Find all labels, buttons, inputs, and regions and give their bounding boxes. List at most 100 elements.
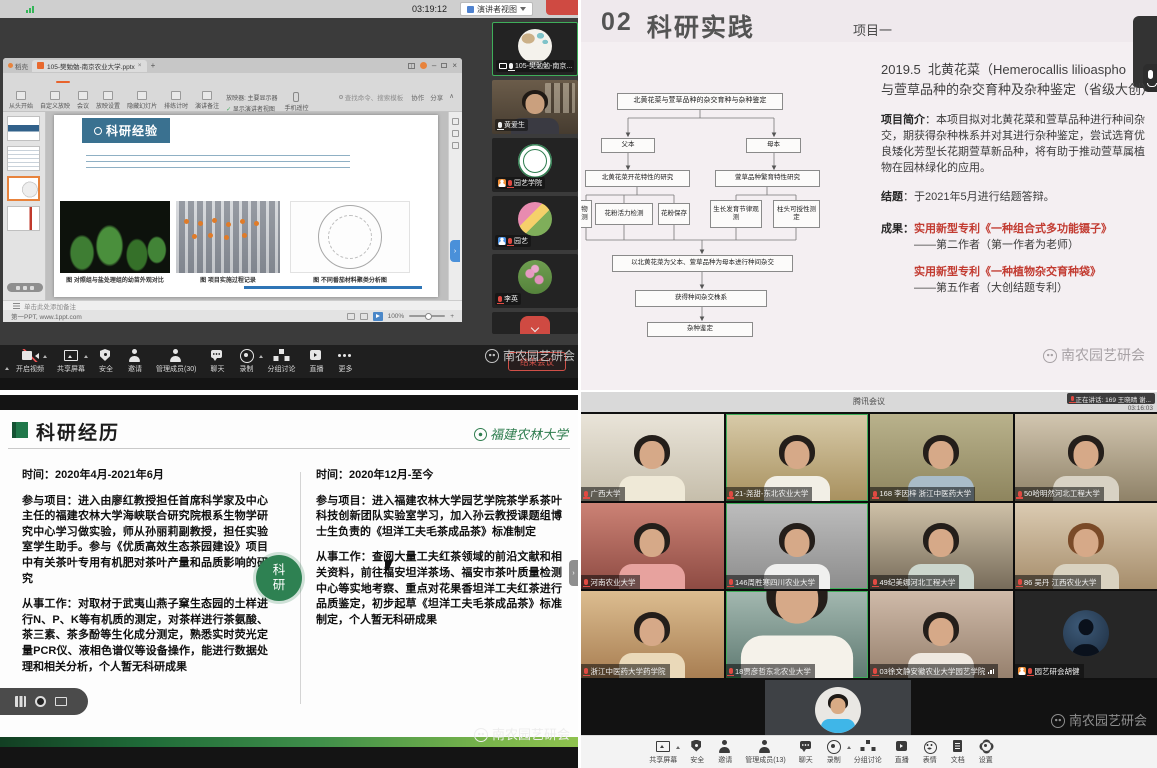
panel-icon[interactable]	[452, 142, 459, 149]
maximize-button[interactable]	[441, 63, 447, 68]
submenu-arrow-icon[interactable]	[259, 353, 263, 358]
ribbon-tool-button[interactable]: 演讲备注	[195, 91, 219, 110]
participant-tile[interactable]: 黄爱生	[492, 80, 578, 134]
toolbar-button[interactable]: 分组讨论	[267, 349, 295, 374]
toolbar-button[interactable]: 录制	[238, 349, 254, 374]
slide-thumbnail[interactable]	[7, 146, 40, 171]
close-window-button[interactable]: ×	[452, 61, 457, 70]
panel-icon[interactable]	[452, 130, 459, 137]
annotation-rect-icon[interactable]	[55, 697, 67, 706]
video-tile[interactable]: 86 吴丹 江西农业大学	[1015, 503, 1157, 590]
toolbar-button[interactable]: 邀请	[127, 349, 143, 374]
expand-panel-handle[interactable]: ›	[450, 240, 460, 262]
collab-button[interactable]: 协作	[411, 92, 424, 102]
video-tile[interactable]: 168 李因梓 浙江中医药大学	[870, 414, 1013, 501]
monitor-select[interactable]: 放映器: 主要显示器	[226, 93, 277, 102]
toolbar-button[interactable]: 聊天	[209, 349, 225, 374]
toolbar-button[interactable]: 分组讨论	[854, 740, 882, 765]
video-tile[interactable]: 园艺研会胡健	[1015, 591, 1157, 678]
video-tile[interactable]: 49纪美娜河北工程大学	[870, 503, 1013, 590]
thumbnail-zoom-pill[interactable]	[7, 283, 43, 292]
speaker-view-button[interactable]: 演讲者视图	[460, 2, 533, 16]
ribbon-tool-button[interactable]: 放映设置	[96, 91, 120, 110]
annotation-toolbar[interactable]	[0, 688, 88, 715]
account-avatar[interactable]	[420, 62, 427, 69]
view-icon[interactable]	[360, 313, 368, 320]
new-tab-button[interactable]: +	[151, 61, 156, 70]
ribbon-tool-button[interactable]: 隐藏幻灯片	[127, 91, 157, 110]
video-tile[interactable]: 浙江中医药大学药学院	[581, 591, 724, 678]
slide-thumbnail-current[interactable]	[7, 176, 40, 201]
toolbar-button[interactable]: 直播	[308, 349, 324, 374]
flow-box-cross: 以北黄花菜为父本、萱草品种为母本进行种间杂交	[612, 255, 793, 272]
video-tile[interactable]: 河南农业大学	[581, 503, 724, 590]
participant-label: 21-尧甜-东北农业大学	[726, 487, 813, 501]
toolbar-icon	[894, 740, 910, 753]
toolbar-button[interactable]: 录制	[826, 740, 842, 765]
toolbar-button[interactable]: 管理成员(30)	[156, 349, 196, 374]
video-tile[interactable]: 21-尧甜-东北农业大学	[726, 414, 869, 501]
zoom-in-button[interactable]: +	[450, 313, 454, 320]
minimize-button[interactable]: –	[432, 61, 436, 70]
panel-icon[interactable]	[452, 118, 459, 125]
ribbon-tool-button[interactable]: 会议	[77, 91, 89, 110]
video-tile[interactable]: 广西大学	[581, 414, 724, 501]
submenu-arrow-icon[interactable]	[5, 365, 9, 370]
search-input[interactable]: 查找命令、搜索模板	[339, 92, 404, 102]
annotation-grid-icon[interactable]	[15, 696, 26, 707]
toolbar-button[interactable]: 设置	[978, 740, 994, 765]
toolbar-button[interactable]: 共享屏幕	[649, 740, 677, 765]
zoom-slider[interactable]	[409, 315, 445, 317]
video-tile[interactable]: 50哈明然河北工程大学	[1015, 414, 1157, 501]
toolbar-button[interactable]: 更多	[337, 349, 353, 374]
participant-tile[interactable]: 105-樊勉勉-南京...	[492, 22, 578, 76]
toolbar-button[interactable]: 开启视频	[16, 349, 44, 374]
split-view-icon[interactable]	[408, 63, 415, 69]
toolbar-icon	[308, 349, 324, 362]
laser-pointer-icon[interactable]	[35, 696, 46, 707]
participant-name: 河南农业大学	[591, 577, 636, 588]
toolbar-button[interactable]: 聊天	[798, 740, 814, 765]
video-tile[interactable]: 146周胜寒四川农业大学	[726, 503, 869, 590]
toolbar-button[interactable]: 邀请	[717, 740, 733, 765]
slideshow-button[interactable]	[373, 312, 383, 321]
submenu-arrow-icon[interactable]	[43, 353, 47, 358]
video-tile[interactable]: 18贾彦哲东北农业大学	[726, 591, 869, 678]
slide-thumbnail[interactable]	[7, 206, 40, 231]
mic-muted-icon	[873, 579, 877, 585]
status-bar: 第一PPT, www.1ppt.com 100% +	[3, 310, 462, 322]
close-tab-icon[interactable]: ×	[138, 62, 142, 69]
toolbar-button[interactable]: 管理成员(13)	[745, 740, 785, 765]
tab-document[interactable]: 105-樊勉勉-南京农业大学.pptx ×	[32, 60, 147, 72]
toolbar-button[interactable]: 直播	[894, 740, 910, 765]
participant-tile[interactable]: 园艺学院	[492, 138, 578, 192]
section-title: 科研实践	[647, 8, 755, 44]
participant-tile[interactable]: 李英	[492, 254, 578, 308]
slide-thumbnail[interactable]	[7, 116, 40, 141]
scroll-right-handle[interactable]: ›	[569, 560, 578, 586]
ribbon-tab[interactable]	[56, 81, 70, 83]
share-button[interactable]: 分享	[430, 92, 443, 102]
tab-docer[interactable]: 稻壳	[8, 61, 28, 71]
toolbar-button[interactable]: 共享屏幕	[57, 349, 85, 374]
toolbar-button[interactable]: 文档	[950, 740, 966, 765]
collapse-ribbon-icon[interactable]: ∧	[449, 92, 454, 102]
toolbar-button[interactable]: 安全	[689, 740, 705, 765]
meeting-toolbar: 共享屏幕 安全 邀请 管理成员(13) 聊天 录制	[581, 735, 1157, 768]
slide-thumbnail-panel[interactable]	[3, 112, 46, 300]
participant-tile[interactable]	[492, 312, 578, 334]
notes-bar[interactable]: 单击此处添加备注	[3, 300, 462, 310]
participant-tile[interactable]: 园艺	[492, 196, 578, 250]
submenu-arrow-icon[interactable]	[847, 744, 851, 749]
phone-remote[interactable]: 手机遥控	[284, 91, 308, 112]
toolbar-button[interactable]: 表情	[922, 740, 938, 765]
ribbon-tool-button[interactable]: 自定义放映	[40, 91, 70, 110]
ribbon-tool-button[interactable]: 排练计时	[164, 91, 188, 110]
toolbar-icon	[798, 740, 814, 753]
video-tile[interactable]: 03徐文静安徽农业大学园艺学院	[870, 591, 1013, 678]
submenu-arrow-icon[interactable]	[84, 353, 88, 358]
submenu-arrow-icon[interactable]	[676, 744, 680, 749]
view-icon[interactable]	[347, 313, 355, 320]
toolbar-button[interactable]: 安全	[98, 349, 114, 374]
ribbon-tool-button[interactable]: 从头开始	[9, 91, 33, 110]
